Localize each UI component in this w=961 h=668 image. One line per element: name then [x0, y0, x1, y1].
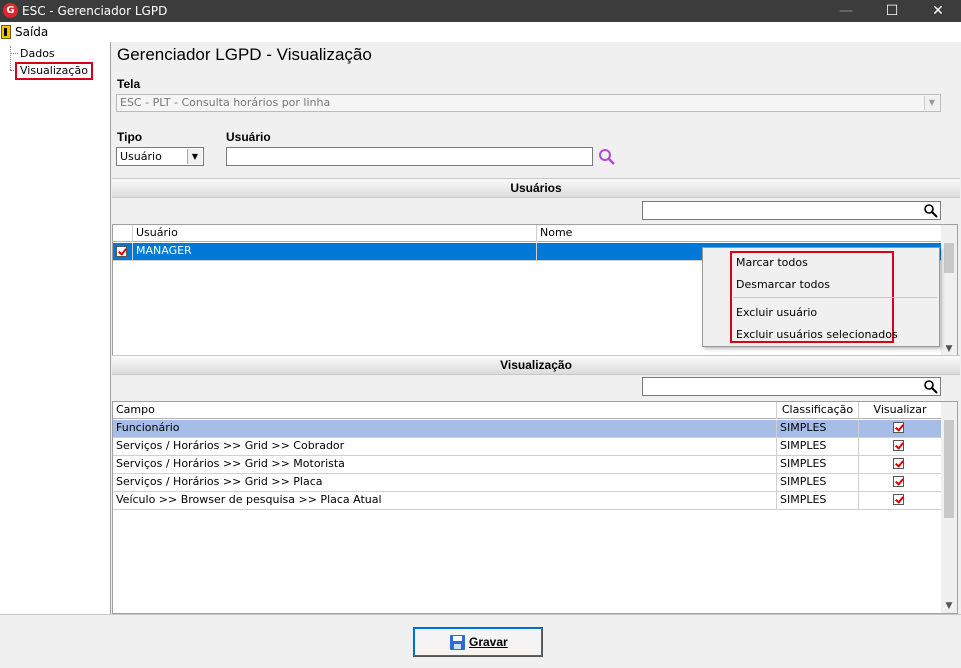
tipo-select-value: Usuário [120, 150, 162, 163]
visualizar-checkbox[interactable] [893, 422, 904, 433]
scroll-down-icon[interactable]: ▼ [941, 599, 957, 613]
vertical-scrollbar[interactable]: ▼ [941, 402, 957, 613]
tela-select[interactable]: ESC - PLT - Consulta horários por linha … [116, 94, 941, 112]
tree-connector [10, 53, 18, 54]
tipo-label: Tipo [117, 130, 143, 144]
visualizar-checkbox[interactable] [893, 494, 904, 505]
table-row[interactable]: Veículo >> Browser de pesquisa >> Placa … [113, 492, 941, 510]
visualizacao-section-header: Visualização [112, 355, 960, 375]
tree-item-visualizacao[interactable]: Visualização [15, 62, 93, 80]
usuario-input[interactable] [226, 147, 593, 166]
menu-item-excluir-usuario[interactable]: Excluir usuário [736, 306, 817, 320]
scrollbar-thumb[interactable] [944, 420, 954, 518]
usuarios-grid-header: Usuário Nome [113, 225, 941, 242]
scroll-down-icon[interactable]: ▼ [941, 342, 957, 356]
footer-bar: Gravar [0, 614, 961, 668]
context-menu: Marcar todos Desmarcar todos Excluir usu… [702, 247, 940, 347]
visualizar-checkbox[interactable] [893, 440, 904, 451]
cell-campo[interactable]: Serviços / Horários >> Grid >> Motorista [113, 456, 777, 473]
row-checkbox-cell[interactable] [113, 243, 133, 261]
gravar-button[interactable]: Gravar [413, 627, 543, 657]
window-titlebar: G ESC - Gerenciador LGPD — ☐ ✕ [0, 0, 961, 22]
column-header-visualizar[interactable]: Visualizar [859, 402, 941, 419]
search-icon[interactable] [923, 203, 938, 218]
page-title: Gerenciador LGPD - Visualização [117, 45, 372, 64]
tela-label: Tela [117, 77, 141, 91]
column-header-classificacao[interactable]: Classificação [777, 402, 859, 419]
minimize-button[interactable]: — [823, 0, 869, 22]
menu-bar: Saída [0, 22, 961, 42]
cell-classificacao[interactable]: SIMPLES [777, 438, 859, 455]
cell-visualizar[interactable] [859, 492, 941, 509]
gravar-button-label: Gravar [469, 635, 508, 649]
tree-connector [10, 46, 11, 70]
visualizar-checkbox[interactable] [893, 458, 904, 469]
maximize-button[interactable]: ☐ [869, 0, 915, 22]
cell-visualizar[interactable] [859, 438, 941, 455]
scrollbar-thumb[interactable] [944, 243, 954, 273]
cell-classificacao[interactable]: SIMPLES [777, 456, 859, 473]
cell-campo[interactable]: Serviços / Horários >> Grid >> Placa [113, 474, 777, 491]
chevron-down-icon[interactable]: ▼ [187, 149, 202, 164]
table-row[interactable]: Serviços / Horários >> Grid >> Cobrador … [113, 438, 941, 456]
floppy-disk-icon [450, 635, 465, 650]
cell-campo[interactable]: Serviços / Horários >> Grid >> Cobrador [113, 438, 777, 455]
tela-select-value: ESC - PLT - Consulta horários por linha [120, 96, 331, 109]
cell-classificacao[interactable]: SIMPLES [777, 420, 859, 437]
table-row[interactable]: Funcionário SIMPLES [113, 420, 941, 438]
menu-saida-label: Saída [15, 25, 49, 39]
usuarios-filter-input[interactable] [642, 201, 941, 220]
app-logo-icon: G [3, 3, 18, 18]
tree-item-dados[interactable]: Dados [20, 47, 55, 61]
usuarios-section-header: Usuários [112, 178, 960, 198]
usuario-label: Usuário [226, 130, 271, 144]
visualizacao-grid: Campo Classificação Visualizar Funcionár… [112, 401, 958, 614]
column-header-nome[interactable]: Nome [537, 225, 941, 242]
menu-item-marcar-todos[interactable]: Marcar todos [736, 256, 808, 270]
visualizacao-filter-input[interactable] [642, 377, 941, 396]
cell-campo[interactable]: Veículo >> Browser de pesquisa >> Placa … [113, 492, 777, 509]
menu-item-excluir-selecionados[interactable]: Excluir usuários selecionados [736, 328, 898, 342]
menu-separator [733, 297, 937, 298]
cell-classificacao[interactable]: SIMPLES [777, 474, 859, 491]
row-checkbox[interactable] [116, 246, 127, 257]
window-title: ESC - Gerenciador LGPD [22, 4, 168, 18]
column-header-usuario[interactable]: Usuário [133, 225, 537, 242]
column-header-campo[interactable]: Campo [113, 402, 777, 419]
search-icon[interactable] [923, 379, 938, 394]
visualizar-checkbox[interactable] [893, 476, 904, 487]
checkbox-column-header [113, 225, 133, 242]
chevron-down-icon[interactable]: ▼ [924, 96, 939, 110]
search-icon[interactable] [598, 148, 616, 166]
vertical-scrollbar[interactable]: ▼ [941, 225, 957, 356]
table-row[interactable]: Serviços / Horários >> Grid >> Placa SIM… [113, 474, 941, 492]
cell-classificacao[interactable]: SIMPLES [777, 492, 859, 509]
cell-visualizar[interactable] [859, 474, 941, 491]
cell-visualizar[interactable] [859, 420, 941, 437]
cell-visualizar[interactable] [859, 456, 941, 473]
navigation-tree: Dados Visualização [0, 42, 111, 614]
close-button[interactable]: ✕ [915, 0, 961, 22]
visualizacao-grid-header: Campo Classificação Visualizar [113, 402, 941, 419]
table-row[interactable]: Serviços / Horários >> Grid >> Motorista… [113, 456, 941, 474]
exit-door-icon [1, 25, 11, 39]
cell-campo[interactable]: Funcionário [113, 420, 777, 437]
menu-item-desmarcar-todos[interactable]: Desmarcar todos [736, 278, 830, 292]
cell-usuario[interactable]: MANAGER [133, 243, 537, 261]
tipo-select[interactable]: Usuário ▼ [116, 147, 204, 166]
